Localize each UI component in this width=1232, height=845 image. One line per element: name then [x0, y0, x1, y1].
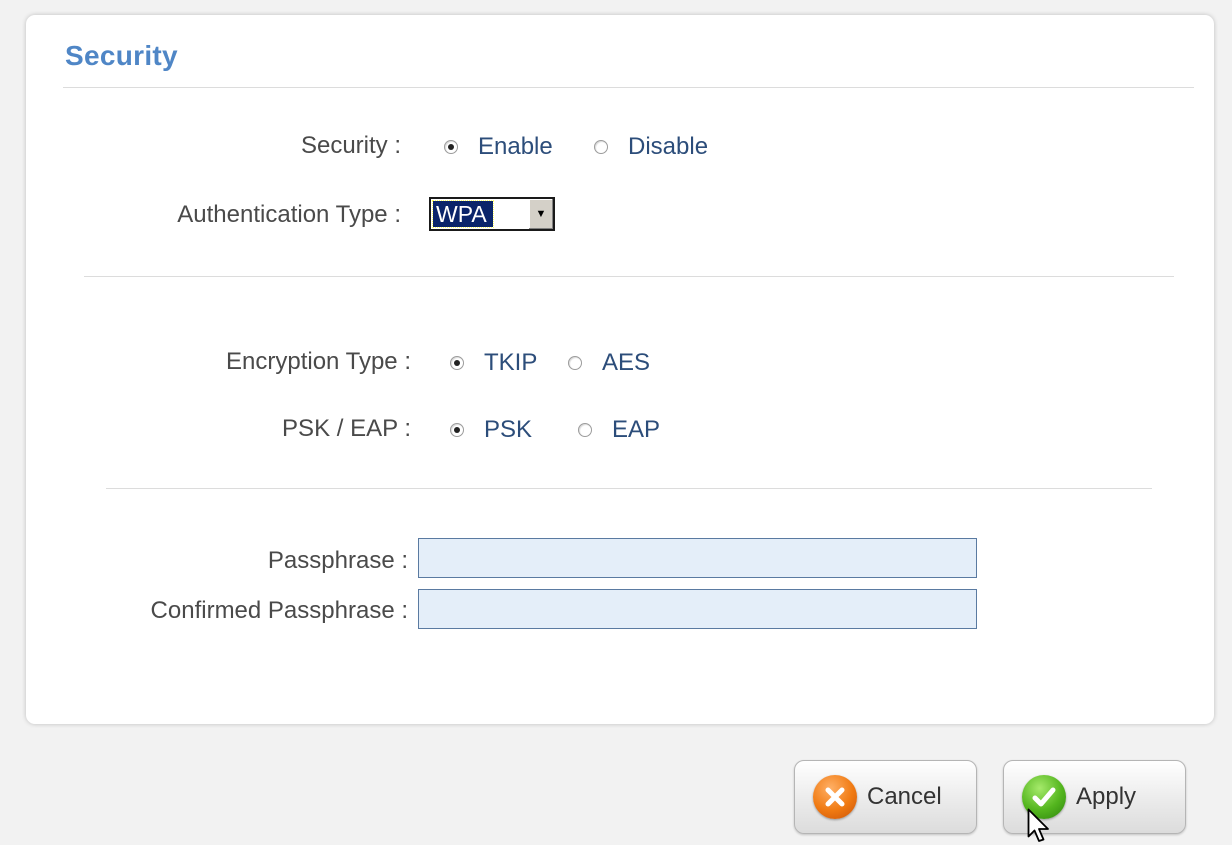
eap-radio[interactable] — [578, 423, 592, 437]
passphrase-label: Passphrase : — [267, 547, 408, 574]
eap-option[interactable]: EAP — [578, 416, 660, 444]
cancel-button[interactable]: Cancel — [794, 760, 977, 834]
security-disable-radio[interactable] — [594, 140, 608, 154]
security-label: Security : — [300, 132, 401, 159]
security-enable-option[interactable]: Enable — [444, 133, 553, 161]
apply-button-label: Apply — [1076, 783, 1137, 810]
encryption-tkip-radio[interactable] — [450, 356, 464, 370]
security-enable-radio[interactable] — [444, 140, 458, 154]
auth-type-label: Authentication Type : — [177, 201, 401, 228]
psk-radio[interactable] — [450, 423, 464, 437]
psk-option-label: PSK — [484, 416, 533, 443]
psk-option[interactable]: PSK — [450, 416, 532, 444]
section-title: Security — [65, 40, 178, 71]
chevron-down-icon[interactable]: ▼ — [528, 199, 553, 229]
psk-eap-label: PSK / EAP : — [282, 415, 411, 442]
passphrase-input[interactable] — [418, 538, 977, 578]
divider — [63, 87, 1194, 88]
security-panel: Security Security : Enable Disable Authe… — [26, 15, 1214, 724]
divider — [84, 276, 1174, 277]
security-disable-option[interactable]: Disable — [594, 133, 708, 161]
encryption-aes-label: AES — [602, 349, 651, 376]
auth-type-value: WPA — [431, 199, 528, 229]
auth-type-select[interactable]: WPA ▼ — [429, 197, 555, 231]
encryption-tkip-option[interactable]: TKIP — [450, 349, 537, 377]
close-icon — [813, 775, 857, 819]
encryption-aes-radio[interactable] — [568, 356, 582, 370]
security-enable-label: Enable — [478, 133, 553, 160]
eap-option-label: EAP — [612, 416, 661, 443]
encryption-tkip-label: TKIP — [484, 349, 538, 376]
cancel-button-label: Cancel — [867, 783, 942, 810]
mouse-cursor-icon — [1027, 808, 1049, 842]
confirm-passphrase-input[interactable] — [418, 589, 977, 629]
divider — [106, 488, 1152, 489]
security-disable-label: Disable — [628, 133, 709, 160]
confirm-passphrase-label: Confirmed Passphrase : — [150, 597, 408, 624]
encryption-aes-option[interactable]: AES — [568, 349, 650, 377]
encryption-type-label: Encryption Type : — [226, 348, 411, 375]
